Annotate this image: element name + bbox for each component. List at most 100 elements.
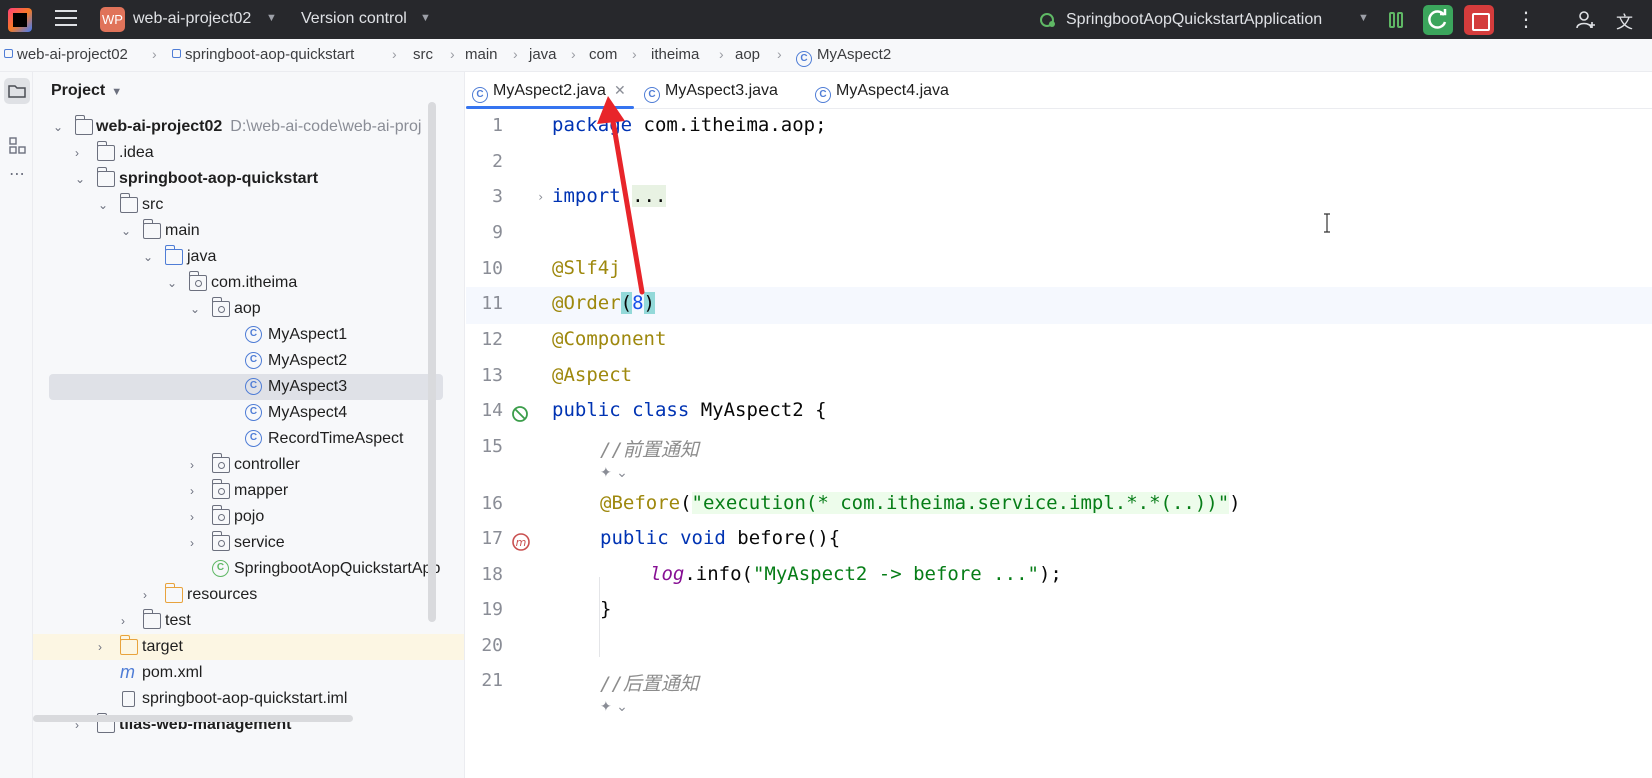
translate-icon[interactable]: 文 [1616,8,1633,33]
chevron-down-icon[interactable]: ⌄ [167,270,179,296]
tree-item-application[interactable]: C SpringbootAopQuickstartApp [33,556,464,582]
breadcrumb-item[interactable]: aop [735,46,760,63]
close-icon[interactable]: ✕ [614,82,626,98]
debug-icon[interactable] [1385,9,1407,31]
tree-item-class[interactable]: C MyAspect2 [33,348,464,374]
module-icon [172,49,181,58]
code-line[interactable]: 10 @Slf4j [466,252,1652,289]
chevron-down-icon[interactable]: ▼ [1358,12,1369,24]
code-line[interactable]: 19 } [466,593,1652,630]
chevron-right-icon[interactable]: › [75,140,87,166]
resources-folder-icon [164,583,183,603]
chevron-down-icon[interactable]: ⌄ [121,218,133,244]
package-icon [211,297,230,317]
more-tools-icon[interactable]: ⋯ [4,164,30,190]
project-tool-button[interactable] [4,78,30,104]
tree-item-target[interactable]: › target [33,634,464,660]
ai-hint-icon[interactable]: ✦ ⌄ [600,465,628,481]
tab-myaspect4[interactable]: C MyAspect4.java [815,72,949,109]
chevron-down-icon[interactable]: ⌄ [143,244,155,270]
code-editor[interactable]: 1 package com.itheima.aop; 2 3 › import … [466,109,1652,778]
tree-item-pom[interactable]: m pom.xml [33,660,464,686]
tree-item-class-selected[interactable]: C MyAspect3 [49,374,443,400]
tree-item-main[interactable]: ⌄ main [33,218,464,244]
breadcrumb-item[interactable]: C MyAspect2 [796,46,891,67]
tree-item-idea[interactable]: › .idea [33,140,464,166]
tree-item-class[interactable]: C MyAspect1 [33,322,464,348]
code-line[interactable]: 13 @Aspect [466,359,1652,396]
more-actions-icon[interactable]: ⋮ [1516,7,1536,32]
tree-item-src[interactable]: ⌄ src [33,192,464,218]
tree-item-mapper[interactable]: › mapper [33,478,464,504]
chevron-down-icon[interactable]: ⌄ [53,114,65,140]
breadcrumb-item[interactable]: itheima [651,46,699,63]
title-bar: WP web-ai-project02 ▼ Version control ▼ … [0,0,1652,39]
tab-myaspect2[interactable]: C MyAspect2.java ✕ [466,72,634,109]
fold-expand-icon[interactable]: › [537,190,544,204]
code-line[interactable]: 1 package com.itheima.aop; [466,109,1652,146]
rerun-button[interactable] [1423,5,1453,35]
code-line[interactable]: 20 [466,629,1652,666]
breadcrumb-item[interactable]: com [589,46,617,63]
tree-item-test[interactable]: › test [33,608,464,634]
tree-item-service[interactable]: › service [33,530,464,556]
code-line[interactable]: 2 [466,145,1652,182]
tree-item-class[interactable]: C MyAspect4 [33,400,464,426]
advice-gutter-icon[interactable]: m [510,531,532,553]
chevron-right-icon[interactable]: › [190,452,202,478]
chevron-down-icon[interactable]: ▼ [266,12,277,24]
code-line-current[interactable]: 11 @Order(8) [466,287,1652,324]
code-line[interactable]: 16 @Before("execution(* com.itheima.serv… [466,487,1652,524]
intellij-logo-icon[interactable] [8,8,32,32]
version-control-dropdown[interactable]: Version control [301,10,407,28]
chevron-down-icon[interactable]: ⌄ [98,192,110,218]
chevron-right-icon[interactable]: › [190,530,202,556]
breadcrumb-item[interactable]: web-ai-project02 [4,46,128,63]
code-line[interactable]: 3 › import ... [466,180,1652,217]
tree-item-controller[interactable]: › controller [33,452,464,478]
tree-item-module[interactable]: ⌄ springboot-aop-quickstart [33,166,464,192]
tree-item-aop[interactable]: ⌄ aop [33,296,464,322]
project-name-dropdown[interactable]: web-ai-project02 [133,10,251,28]
aspect-gutter-icon[interactable] [510,403,532,425]
tree-item-root[interactable]: ⌄ web-ai-project02 D:\web-ai-code\web-ai-… [33,114,464,140]
project-badge[interactable]: WP [100,7,125,32]
tab-myaspect3[interactable]: C MyAspect3.java [644,72,778,109]
chevron-right-icon[interactable]: › [98,634,110,660]
vertical-scrollbar[interactable] [428,102,436,622]
tree-item-class[interactable]: C RecordTimeAspect [33,426,464,452]
tree-item-pojo[interactable]: › pojo [33,504,464,530]
code-line[interactable]: 21 //后置通知 [466,664,1652,701]
tree-item-resources[interactable]: › resources [33,582,464,608]
chevron-right-icon[interactable]: › [143,582,155,608]
chevron-right-icon[interactable]: › [190,478,202,504]
tree-item-package[interactable]: ⌄ com.itheima [33,270,464,296]
breadcrumb-item[interactable]: src [413,46,433,63]
chevron-right-icon[interactable]: › [190,504,202,530]
project-panel-title[interactable]: Project ▼ [51,82,122,100]
structure-tool-button[interactable] [4,132,30,158]
code-line[interactable]: 15 //前置通知 [466,430,1652,467]
breadcrumb-item[interactable]: main [465,46,498,63]
code-line[interactable]: 14 public class MyAspect2 { [466,394,1652,431]
chevron-down-icon[interactable]: ⌄ [75,166,87,192]
horizontal-scrollbar[interactable] [33,715,353,722]
tree-item-java[interactable]: ⌄ java [33,244,464,270]
code-line[interactable]: 18 log.info("MyAspect2 -> before ..."); [466,558,1652,595]
ai-hint-icon[interactable]: ✦ ⌄ [600,699,628,715]
chevron-right-icon[interactable]: › [121,608,133,634]
code-line[interactable]: 17 m public void before(){ [466,522,1652,559]
add-user-icon[interactable] [1575,9,1597,31]
tree-item-iml[interactable]: springboot-aop-quickstart.iml [33,686,464,712]
maven-icon: m [120,662,135,682]
breadcrumb-item[interactable]: springboot-aop-quickstart [172,46,354,63]
run-configuration-dropdown[interactable]: SpringbootAopQuickstartApplication [1066,11,1322,29]
chevron-right-icon: › [152,46,157,62]
code-line[interactable]: 12 @Component [466,323,1652,360]
main-menu-icon[interactable] [55,10,77,28]
chevron-down-icon[interactable]: ⌄ [190,296,202,322]
chevron-down-icon[interactable]: ▼ [420,12,431,24]
breadcrumb-item[interactable]: java [529,46,557,63]
stop-button[interactable] [1464,5,1494,35]
code-line[interactable]: 9 [466,216,1652,253]
